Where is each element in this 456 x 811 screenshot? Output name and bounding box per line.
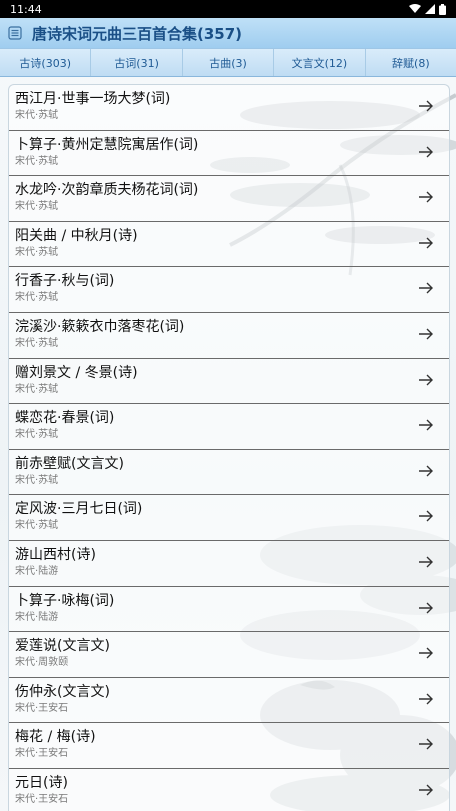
status-time: 11:44 [10,2,42,16]
poem-list: 西江月·世事一场大梦(词) 宋代·苏轼 卜算子·黄州定慧院寓居作(词) 宋代·苏… [8,84,450,811]
title-bar: 唐诗宋词元曲三百首合集(357) [0,18,456,48]
poem-author: 宋代·苏轼 [15,110,59,121]
arrow-right-icon [419,556,433,568]
arrow-right-icon [419,784,433,796]
arrow-right-icon [419,146,433,158]
poem-author: 宋代·王安石 [15,748,69,760]
arrow-right-icon [419,237,433,249]
poem-author: 宋代·王安石 [15,702,69,714]
poem-author: 宋代·苏轼 [15,201,59,213]
poem-author: 宋代·苏轼 [15,246,59,258]
status-bar: 11:44 [0,0,456,18]
list-item[interactable]: 赠刘景文 / 冬景(诗) 宋代·苏轼 [9,359,449,405]
poem-title: 赠刘景文 / 冬景(诗) [15,364,138,381]
page-title: 唐诗宋词元曲三百首合集(357) [32,24,243,43]
poem-author: 宋代·苏轼 [15,292,59,304]
list-item[interactable]: 阳关曲 / 中秋月(诗) 宋代·苏轼 [9,222,449,268]
poem-title: 卜算子·黄州定慧院寓居作(词) [15,136,199,153]
poem-author: 宋代·苏轼 [15,474,59,486]
poem-title: 爱莲说(文言文) [15,638,110,655]
poem-title: 伤仲永(文言文) [15,683,110,700]
arrow-right-icon [419,100,433,112]
tab-ancient-ci[interactable]: 古词(31) [91,49,183,76]
list-item[interactable]: 梅花 / 梅(诗) 宋代·王安石 [9,723,449,769]
app-screen: 11:44 唐诗宋词元曲三百首合集(357) 古诗(303) 古词(31) 古曲… [0,0,456,811]
poem-title: 元日(诗) [15,774,68,791]
tab-ancient-qu[interactable]: 古曲(3) [183,49,275,76]
poem-author: 宋代·陆游 [15,611,59,623]
wifi-icon [409,4,421,13]
list-item[interactable]: 游山西村(诗) 宋代·陆游 [9,541,449,587]
list-item[interactable]: 西江月·世事一场大梦(词) 宋代·苏轼 [9,85,449,131]
poem-author: 宋代·苏轼 [15,520,59,532]
list-item[interactable]: 爱莲说(文言文) 宋代·周敦颐 [9,632,449,678]
arrow-right-icon [419,647,433,659]
arrow-right-icon [419,510,433,522]
poem-title: 定风波·三月七日(词) [15,501,143,518]
arrow-right-icon [419,328,433,340]
poem-title: 梅花 / 梅(诗) [15,729,96,746]
arrow-right-icon [419,693,433,705]
arrow-right-icon [419,419,433,431]
poem-author: 宋代·苏轼 [15,155,59,167]
poem-title: 西江月·世事一场大梦(词) [15,91,171,107]
list-item[interactable]: 元日(诗) 宋代·王安石 [9,769,449,811]
arrow-right-icon [419,282,433,294]
tab-classical-prose[interactable]: 文言文(12) [274,49,366,76]
tab-cifu[interactable]: 辞赋(8) [366,49,456,76]
arrow-right-icon [419,602,433,614]
signal-icon [425,4,435,14]
list-item[interactable]: 蝶恋花·春景(词) 宋代·苏轼 [9,404,449,450]
poem-title: 水龙吟·次韵章质夫杨花词(词) [15,182,199,199]
poem-author: 宋代·周敦颐 [15,657,69,669]
battery-icon [439,3,446,15]
poem-title: 卜算子·咏梅(词) [15,592,115,609]
category-tabs: 古诗(303) 古词(31) 古曲(3) 文言文(12) 辞赋(8) [0,48,456,77]
arrow-right-icon [419,465,433,477]
list-item[interactable]: 前赤壁赋(文言文) 宋代·苏轼 [9,450,449,496]
poem-author: 宋代·苏轼 [15,383,59,395]
poem-title: 阳关曲 / 中秋月(诗) [15,227,138,244]
poem-author: 宋代·王安石 [15,793,69,805]
poem-title: 前赤壁赋(文言文) [15,455,124,472]
list-item[interactable]: 卜算子·黄州定慧院寓居作(词) 宋代·苏轼 [9,131,449,177]
poem-title: 浣溪沙·簌簌衣巾落枣花(词) [15,318,185,335]
list-item[interactable]: 浣溪沙·簌簌衣巾落枣花(词) 宋代·苏轼 [9,313,449,359]
poem-title: 行香子·秋与(词) [15,273,115,290]
poem-author: 宋代·陆游 [15,565,59,577]
tab-ancient-poems[interactable]: 古诗(303) [0,49,92,76]
arrow-right-icon [419,738,433,750]
list-item[interactable]: 定风波·三月七日(词) 宋代·苏轼 [9,495,449,541]
list-item[interactable]: 伤仲永(文言文) 宋代·王安石 [9,678,449,724]
poem-author: 宋代·苏轼 [15,429,59,441]
poem-title: 游山西村(诗) [15,546,96,563]
list-item[interactable]: 卜算子·咏梅(词) 宋代·陆游 [9,587,449,633]
poem-title: 蝶恋花·春景(词) [15,410,115,427]
arrow-right-icon [419,191,433,203]
list-item[interactable]: 行香子·秋与(词) 宋代·苏轼 [9,267,449,313]
list-icon[interactable] [8,26,22,40]
status-icons [409,3,446,15]
list-item[interactable]: 水龙吟·次韵章质夫杨花词(词) 宋代·苏轼 [9,176,449,222]
poem-author: 宋代·苏轼 [15,337,59,349]
arrow-right-icon [419,374,433,386]
